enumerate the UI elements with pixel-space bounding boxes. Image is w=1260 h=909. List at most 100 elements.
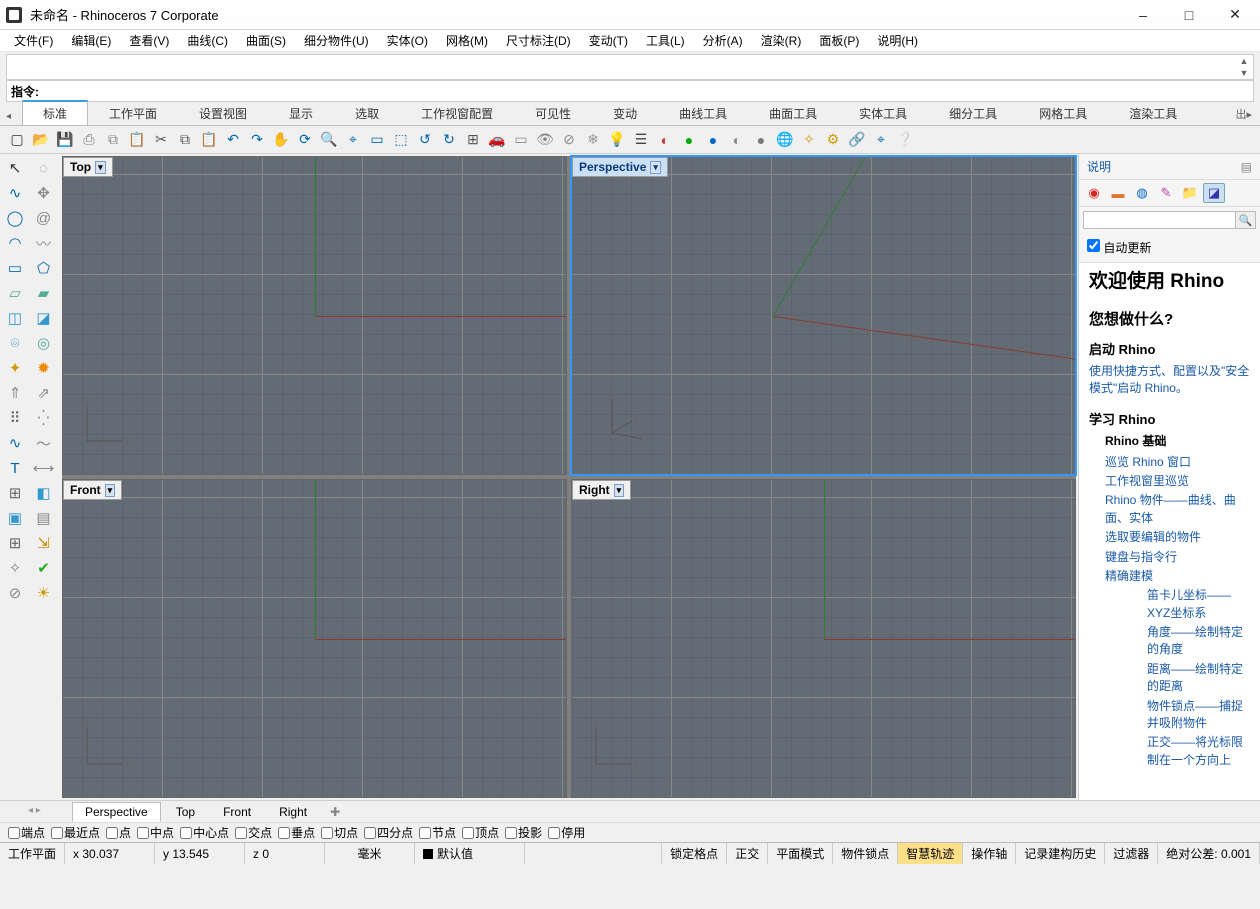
pts-icon[interactable]: ⠿ [2, 406, 28, 430]
grid-icon[interactable]: ⊞ [2, 531, 28, 555]
paste2-icon[interactable]: 📋 [198, 129, 220, 151]
osnap-最近点[interactable]: 最近点 [51, 824, 100, 841]
viewport-tab[interactable]: Top [163, 802, 208, 822]
zoom-icon[interactable]: 🔍 [318, 129, 340, 151]
viewport-tab[interactable]: Perspective [72, 802, 161, 822]
pan-icon[interactable]: ✋ [270, 129, 292, 151]
options-icon[interactable]: ⚙ [822, 129, 844, 151]
help-link[interactable]: 正交——将光标限制在一个方向上 [1147, 733, 1250, 770]
sun-icon[interactable]: ☀ [31, 581, 57, 605]
render-icon[interactable]: ● [678, 129, 700, 151]
status-toggle[interactable]: 过滤器 [1105, 843, 1158, 864]
zoom-ext-icon[interactable]: ⌖ [342, 129, 364, 151]
4view-icon[interactable]: ⊞ [462, 129, 484, 151]
units-cell[interactable]: 毫米 [325, 843, 415, 864]
help-link[interactable]: 使用快捷方式、配置以及"安全模式"启动 Rhino。 [1089, 362, 1250, 399]
named-view-icon[interactable]: ▭ [510, 129, 532, 151]
viewport-menu-icon[interactable]: ▾ [95, 161, 106, 174]
layer-cell[interactable]: 默认值 [415, 843, 525, 864]
menu-item[interactable]: 曲面(S) [238, 30, 294, 51]
copy-icon[interactable]: ⧉ [174, 129, 196, 151]
osnap-切点[interactable]: 切点 [321, 824, 358, 841]
viewport-menu-icon[interactable]: ▾ [614, 484, 625, 497]
maximize-button[interactable]: □ [1166, 0, 1212, 30]
curves-icon[interactable]: @ [31, 206, 57, 230]
light-icon[interactable]: 💡 [606, 129, 628, 151]
undo-view-icon[interactable]: ↺ [414, 129, 436, 151]
plane-icon[interactable]: ▰ [31, 281, 57, 305]
paste-icon[interactable]: 📋 [126, 129, 148, 151]
text-icon[interactable]: T [2, 456, 28, 480]
group-icon[interactable]: ▣ [2, 506, 28, 530]
set-cplane-icon[interactable]: 🚗 [486, 129, 508, 151]
toolbar-tab[interactable]: 变动 [592, 101, 658, 125]
help-link[interactable]: Rhino 物件——曲线、曲面、实体 [1105, 491, 1250, 528]
undo-icon[interactable]: ↶ [222, 129, 244, 151]
extrude-icon[interactable]: ⇑ [2, 381, 28, 405]
help-content[interactable]: 欢迎使用 Rhino 您想做什么? 启动 Rhino 使用快捷方式、配置以及"安… [1079, 263, 1260, 800]
menu-item[interactable]: 实体(O) [379, 30, 436, 51]
toolbar-tab[interactable]: 实体工具 [838, 101, 928, 125]
toolbar-tab[interactable]: 设置视图 [178, 101, 268, 125]
ungroup-icon[interactable]: ▤ [31, 506, 57, 530]
osnap-顶点[interactable]: 顶点 [462, 824, 499, 841]
show-icon[interactable]: 👁 [534, 129, 556, 151]
viewport-tab[interactable]: Right [266, 802, 320, 822]
help-link[interactable]: 笛卡儿坐标——XYZ坐标系 [1147, 586, 1250, 623]
cut-icon[interactable]: ✂ [150, 129, 172, 151]
command-history[interactable]: ▲▼ [6, 54, 1254, 80]
help-link[interactable]: 工作视窗里巡览 [1105, 472, 1250, 491]
sphere-icon[interactable]: ● [702, 129, 724, 151]
command-input[interactable] [39, 84, 1249, 98]
close-button[interactable]: ✕ [1212, 0, 1258, 30]
materials-icon[interactable]: ◉ [1083, 183, 1105, 203]
toolbar-tab[interactable]: 工作平面 [88, 101, 178, 125]
copy-clip-icon[interactable]: ⧉ [102, 129, 124, 151]
menu-item[interactable]: 文件(F) [6, 30, 61, 51]
menu-item[interactable]: 分析(A) [695, 30, 751, 51]
rect-icon[interactable]: ▭ [2, 256, 28, 280]
help-link[interactable]: 精确建模 [1105, 567, 1250, 586]
status-toggle[interactable]: 物件锁点 [833, 843, 898, 864]
chrome-icon[interactable]: ● [750, 129, 772, 151]
toolbar-tab[interactable]: 可见性 [514, 101, 592, 125]
array-icon[interactable]: ⊞ [2, 481, 28, 505]
toolbar-tab[interactable]: 标准 [22, 100, 88, 125]
star-icon[interactable]: ✦ [2, 356, 28, 380]
help-search-button[interactable]: 🔍 [1236, 211, 1256, 229]
menu-item[interactable]: 细分物件(U) [296, 30, 377, 51]
text-tool-icon[interactable]: ∿ [2, 431, 28, 455]
polygon-icon[interactable]: ⬠ [31, 256, 57, 280]
toolbar-tab[interactable]: 网格工具 [1018, 101, 1108, 125]
toolbar-tab[interactable]: 选取 [334, 101, 400, 125]
minimize-button[interactable]: – [1120, 0, 1166, 30]
solid-icon[interactable]: ◪ [31, 306, 57, 330]
freeze-icon[interactable]: ❄ [582, 129, 604, 151]
environment-icon[interactable]: ◍ [1131, 183, 1153, 203]
surface-icon[interactable]: ▱ [2, 281, 28, 305]
status-toggle[interactable]: 智慧轨迹 [898, 843, 963, 864]
viewport-top[interactable]: Top▾ xy [62, 156, 567, 475]
toolbar-tab[interactable]: 曲线工具 [658, 101, 748, 125]
viewport-front[interactable]: Front▾ xz [62, 479, 567, 798]
redo-icon[interactable]: ↷ [246, 129, 268, 151]
rotate-icon[interactable]: ⟳ [294, 129, 316, 151]
status-toggle[interactable]: 平面模式 [768, 843, 833, 864]
toolbar-tab[interactable]: 显示 [268, 101, 334, 125]
menu-item[interactable]: 曲线(C) [179, 30, 236, 51]
viewport-menu-icon[interactable]: ▾ [650, 161, 661, 174]
toolbar-tab[interactable]: 细分工具 [928, 101, 1018, 125]
pipe-icon[interactable]: ◎ [31, 331, 57, 355]
lasso-icon[interactable]: ◌ [31, 156, 57, 180]
url-icon[interactable]: 🔗 [846, 129, 868, 151]
viewport-menu-icon[interactable]: ▾ [105, 484, 116, 497]
menu-item[interactable]: 尺寸标注(D) [498, 30, 579, 51]
explode-icon[interactable]: ✧ [2, 556, 28, 580]
osnap-中心点[interactable]: 中心点 [180, 824, 229, 841]
help-link[interactable]: 键盘与指令行 [1105, 548, 1250, 567]
osnap-停用[interactable]: 停用 [548, 824, 585, 841]
osnap-节点[interactable]: 节点 [419, 824, 456, 841]
status-toggle[interactable]: 操作轴 [963, 843, 1016, 864]
help-link[interactable]: 角度——绘制特定的角度 [1147, 623, 1250, 660]
lights-icon[interactable]: ✎ [1155, 183, 1177, 203]
